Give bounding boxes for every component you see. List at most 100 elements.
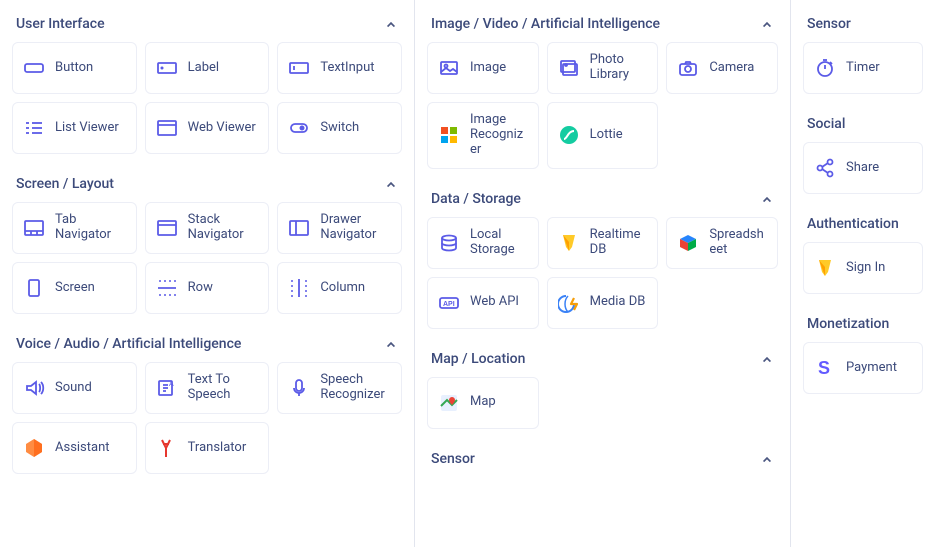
section-grid: Tab Navigator Stack Navigator Drawer Nav… (12, 202, 402, 314)
component-lottie[interactable]: Lottie (547, 102, 659, 169)
component-label: Column (320, 281, 365, 296)
section-title: Voice / Audio / Artificial Intelligence (16, 336, 241, 352)
share-icon (814, 157, 836, 179)
lottie-icon (558, 124, 580, 146)
spreadsheet-icon (677, 232, 699, 254)
component-drawernavigator[interactable]: Drawer Navigator (277, 202, 402, 254)
label-icon (156, 57, 178, 79)
drawernav-icon (288, 217, 310, 239)
section-header-sensor[interactable]: Sensor (803, 0, 923, 42)
section-authentication: Authentication Sign In (791, 200, 935, 300)
component-image-recognizer[interactable]: Image Recognizer (427, 102, 539, 169)
component-share[interactable]: Share (803, 142, 923, 194)
section-header-data-storage[interactable]: Data / Storage (427, 175, 778, 217)
chevron-up-icon (384, 177, 398, 191)
section-title: Social (807, 116, 845, 132)
component-label: Timer (846, 61, 880, 76)
column-2: Image / Video / Artificial Intelligence … (415, 0, 791, 547)
component-tabnavigator[interactable]: Tab Navigator (12, 202, 137, 254)
component-sound[interactable]: Sound (12, 362, 137, 414)
component-label: Image (470, 61, 506, 76)
section-grid: Local Storage Realtime DB Spreadsheet We… (427, 217, 778, 329)
component-screen[interactable]: Screen (12, 262, 137, 314)
component-payment[interactable]: Payment (803, 342, 923, 394)
section-header-screen-layout[interactable]: Screen / Layout (12, 160, 402, 202)
component-label: Row (188, 281, 213, 296)
section-social: Social Share (791, 100, 935, 200)
component-realtimedb[interactable]: Realtime DB (547, 217, 659, 269)
listviewer-icon (23, 117, 45, 139)
component-label: Photo Library (590, 53, 648, 83)
section-title: Map / Location (431, 351, 525, 367)
section-header-voice-audio-ai[interactable]: Voice / Audio / Artificial Intelligence (12, 320, 402, 362)
section-map-location: Map / Location Map (415, 335, 790, 435)
section-header-authentication[interactable]: Authentication (803, 200, 923, 242)
component-label: Payment (846, 361, 897, 376)
section-grid: Timer (803, 42, 923, 94)
column-1: User Interface Button Label TextInput Li… (0, 0, 415, 547)
component-label: Label (188, 61, 219, 76)
component-textinput[interactable]: TextInput (277, 42, 402, 94)
component-label[interactable]: Label (145, 42, 270, 94)
realtimedb-icon (558, 232, 580, 254)
component-column[interactable]: Column (277, 262, 402, 314)
component-tts[interactable]: Text To Speech (145, 362, 270, 414)
webapi-icon (438, 292, 460, 314)
section-title: User Interface (16, 16, 105, 32)
component-label: Button (55, 61, 93, 76)
component-stacknavigator[interactable]: Stack Navigator (145, 202, 270, 254)
camera-icon (677, 57, 699, 79)
component-label: List Viewer (55, 121, 119, 136)
section-header-sensor-2[interactable]: Sensor (427, 435, 778, 477)
localstorage-icon (438, 232, 460, 254)
component-label: Spreadsheet (709, 228, 767, 258)
component-speech-recognizer[interactable]: Speech Recognizer (277, 362, 402, 414)
section-header-social[interactable]: Social (803, 100, 923, 142)
component-signin[interactable]: Sign In (803, 242, 923, 294)
section-header-map-location[interactable]: Map / Location (427, 335, 778, 377)
section-grid: Map (427, 377, 778, 429)
component-assistant[interactable]: Assistant (12, 422, 137, 474)
component-label: Lottie (590, 128, 623, 143)
component-label: Share (846, 161, 879, 176)
component-spreadsheet[interactable]: Spreadsheet (666, 217, 778, 269)
component-listviewer[interactable]: List Viewer (12, 102, 137, 154)
row-icon (156, 277, 178, 299)
photolib-icon (558, 57, 580, 79)
image-rec-icon (438, 124, 460, 146)
component-timer[interactable]: Timer (803, 42, 923, 94)
component-translator[interactable]: Translator (145, 422, 270, 474)
assistant-icon (23, 437, 45, 459)
chevron-up-icon (760, 352, 774, 366)
component-label: Translator (188, 441, 247, 456)
tts-icon (156, 377, 178, 399)
section-title: Image / Video / Artificial Intelligence (431, 16, 660, 32)
section-header-image-video-ai[interactable]: Image / Video / Artificial Intelligence (427, 0, 778, 42)
screen-icon (23, 277, 45, 299)
mediadb-icon (558, 292, 580, 314)
section-header-user-interface[interactable]: User Interface (12, 0, 402, 42)
stacknav-icon (156, 217, 178, 239)
speech-icon (288, 377, 310, 399)
component-mediadb[interactable]: Media DB (547, 277, 659, 329)
component-label: Map (470, 395, 496, 410)
component-row[interactable]: Row (145, 262, 270, 314)
component-label: Drawer Navigator (320, 213, 391, 243)
component-localstorage[interactable]: Local Storage (427, 217, 539, 269)
component-image[interactable]: Image (427, 42, 539, 94)
component-photolibrary[interactable]: Photo Library (547, 42, 659, 94)
section-grid: Share (803, 142, 923, 194)
component-webviewer[interactable]: Web Viewer (145, 102, 270, 154)
column-3: Sensor Timer Social Share Authentication (791, 0, 935, 547)
section-grid: Payment (803, 342, 923, 394)
component-button[interactable]: Button (12, 42, 137, 94)
component-webapi[interactable]: Web API (427, 277, 539, 329)
component-map[interactable]: Map (427, 377, 539, 429)
section-grid: Sign In (803, 242, 923, 294)
chevron-up-icon (760, 452, 774, 466)
section-grid: Image Photo Library Camera Image Recogni… (427, 42, 778, 169)
component-switch[interactable]: Switch (277, 102, 402, 154)
section-header-monetization[interactable]: Monetization (803, 300, 923, 342)
component-camera[interactable]: Camera (666, 42, 778, 94)
translator-icon (156, 437, 178, 459)
